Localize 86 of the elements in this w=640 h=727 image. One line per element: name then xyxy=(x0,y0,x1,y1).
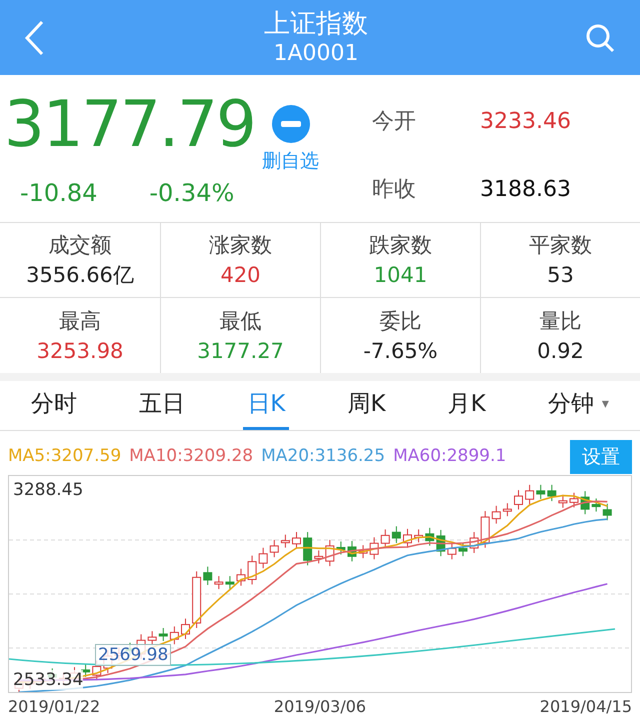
candlestick xyxy=(547,484,556,502)
back-icon xyxy=(24,20,44,56)
candlestick xyxy=(558,494,568,508)
chart-tab[interactable]: 分钟 ▾ xyxy=(544,381,613,430)
price-change: -10.84 xyxy=(20,178,98,209)
chart-tab[interactable]: 周K xyxy=(343,381,390,430)
candlestick xyxy=(370,536,379,560)
chart-tab[interactable]: 分时 xyxy=(27,381,82,430)
candlestick xyxy=(447,542,456,560)
prev-close-value: 3188.63 xyxy=(480,176,572,204)
percent-change: -0.34% xyxy=(149,178,234,209)
moving-average-legend: MA10:3209.28 xyxy=(129,444,254,470)
stat-label: 委比 xyxy=(380,308,422,334)
candlestick xyxy=(325,539,334,567)
index-code: 1A0001 xyxy=(273,40,359,68)
stat-value: -7.65% xyxy=(363,338,438,364)
chart-tab[interactable]: 五日 xyxy=(135,381,190,430)
candlestick xyxy=(436,529,446,557)
candlestick xyxy=(236,568,246,586)
candlestick xyxy=(158,628,168,642)
stat-label: 量比 xyxy=(540,308,582,334)
candlestick xyxy=(602,503,612,521)
stat-value: 3556.66亿 xyxy=(26,262,134,289)
candlestick xyxy=(214,576,224,590)
candlestick xyxy=(348,540,356,562)
moving-average-legend: MA20:3136.25 xyxy=(261,444,386,470)
low-price-label: 2533.34 xyxy=(13,670,84,690)
stat-label: 涨家数 xyxy=(209,232,272,259)
date-label: 2019/01/22 xyxy=(8,696,100,718)
prev-close-label: 昨收 xyxy=(372,176,417,204)
chart-tab[interactable]: 日K xyxy=(243,381,290,430)
candlestick xyxy=(403,528,412,548)
candlestick xyxy=(536,484,546,500)
index-title: 上证指数 xyxy=(264,8,368,40)
stat-value: 420 xyxy=(220,262,261,289)
candlestick xyxy=(358,544,368,559)
candlestick xyxy=(314,550,324,564)
candlestick xyxy=(392,526,401,544)
candlestick xyxy=(580,490,590,515)
stat-value: 1041 xyxy=(374,262,428,289)
candlestick xyxy=(514,490,523,510)
candlestick xyxy=(492,505,501,524)
candlestick xyxy=(502,502,512,517)
date-label: 2019/04/15 xyxy=(540,696,632,718)
candlestick xyxy=(525,484,534,505)
open-label: 今开 xyxy=(372,108,417,136)
chart-tab[interactable]: 月K xyxy=(444,381,490,430)
candlestick xyxy=(148,630,157,646)
candlestick xyxy=(225,576,234,590)
stat-value: 0.92 xyxy=(537,338,584,364)
stat-value: 3177.27 xyxy=(197,338,284,364)
candlestick xyxy=(303,532,312,566)
candlestick xyxy=(192,570,202,628)
moving-average-legend: MA60:2899.1 xyxy=(393,444,506,470)
candlestick xyxy=(181,618,190,640)
minus-circle-icon xyxy=(272,105,310,143)
stat-label: 跌家数 xyxy=(369,232,432,259)
search-button[interactable] xyxy=(584,22,616,54)
search-icon xyxy=(585,22,615,52)
candlestick xyxy=(270,539,279,558)
price-marker-label: 2569.98 xyxy=(95,644,172,666)
candlestick xyxy=(258,547,268,569)
stat-label: 成交额 xyxy=(48,232,112,259)
candlestick xyxy=(203,566,212,586)
candlestick xyxy=(480,510,490,548)
candlestick xyxy=(570,492,578,508)
stat-label: 最低 xyxy=(220,308,262,334)
candlestick xyxy=(458,542,468,557)
candlestick xyxy=(380,528,390,549)
candlestick xyxy=(170,626,179,645)
current-price: 3177.79 xyxy=(4,87,255,164)
stat-label: 最高 xyxy=(59,308,101,334)
candlestick xyxy=(592,498,601,512)
candlestick xyxy=(414,528,424,543)
stat-label: 平家数 xyxy=(529,232,592,259)
candlestick xyxy=(292,532,301,550)
candlestick xyxy=(336,540,346,555)
candlestick xyxy=(470,532,479,554)
candlestick xyxy=(425,527,434,546)
stat-value: 53 xyxy=(547,262,574,289)
stat-value: 3253.98 xyxy=(36,338,124,364)
candlestick xyxy=(248,555,257,585)
candlestick xyxy=(280,534,290,548)
moving-average-legend: MA5:3207.59 xyxy=(8,444,122,470)
open-value: 3233.46 xyxy=(480,108,572,136)
date-label: 2019/03/06 xyxy=(274,696,366,718)
